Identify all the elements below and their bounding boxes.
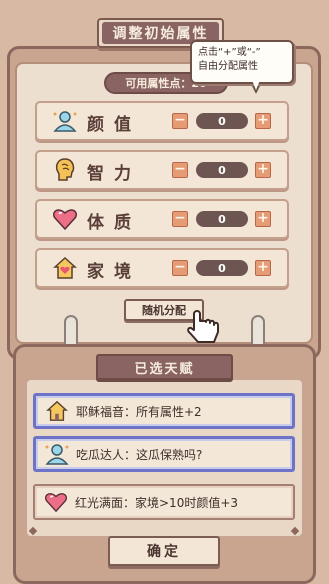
tooltip-tail-fill [252,80,260,90]
talent-text: 红光满面：家境>10时颜值+3 [75,495,239,510]
decrease-button[interactable]: − [172,211,188,227]
increase-button[interactable]: + [255,211,271,227]
attr-row-family-wealth: 家境 − 0 + [35,248,289,288]
brain-icon [51,157,79,183]
attr-value: 0 [196,113,248,129]
increase-button[interactable]: + [255,162,271,178]
talent-item[interactable]: 耶稣福音：所有属性+2 [33,393,295,429]
decrease-button[interactable]: − [172,113,188,129]
hint-tooltip: 点击“+”或“-” 自由分配属性 [190,40,294,84]
chosen-talents-title: 已选天赋 [96,354,233,380]
face-icon [51,108,79,134]
house-icon [44,398,70,424]
attr-label: 颜值 [87,115,141,135]
heart-icon [43,489,69,515]
confirm-button[interactable]: 确定 [108,536,220,566]
increase-button[interactable]: + [255,260,271,276]
house-icon [51,255,79,281]
attr-value: 0 [196,162,248,178]
pointer-hand-icon [186,308,226,348]
attr-value: 0 [196,260,248,276]
decrease-button[interactable]: − [172,162,188,178]
tooltip-line2: 自由分配属性 [198,61,258,72]
talent-text: 耶稣福音：所有属性+2 [76,404,202,419]
talent-item[interactable]: 吃瓜达人：这瓜保熟吗? [33,436,295,472]
attr-label: 家境 [87,262,141,282]
face-icon [44,441,70,467]
talent-item[interactable]: 红光满面：家境>10时颜值+3 [33,484,295,520]
decrease-button[interactable]: − [172,260,188,276]
attr-row-appearance: 颜值 − 0 + [35,101,289,141]
attr-row-constitution: 体质 − 0 + [35,199,289,239]
attr-label: 体质 [87,213,141,233]
attr-value: 0 [196,211,248,227]
attr-label: 智力 [87,164,141,184]
heart-icon [51,206,79,232]
tooltip-line1: 点击“+”或“-” [198,47,261,58]
screen: 调整初始属性 可用属性点：20 颜值 − 0 + 智力 − 0 + 体质 − 0… [0,0,329,584]
attr-row-intelligence: 智力 − 0 + [35,150,289,190]
talent-text: 吃瓜达人：这瓜保熟吗? [76,447,203,462]
increase-button[interactable]: + [255,113,271,129]
